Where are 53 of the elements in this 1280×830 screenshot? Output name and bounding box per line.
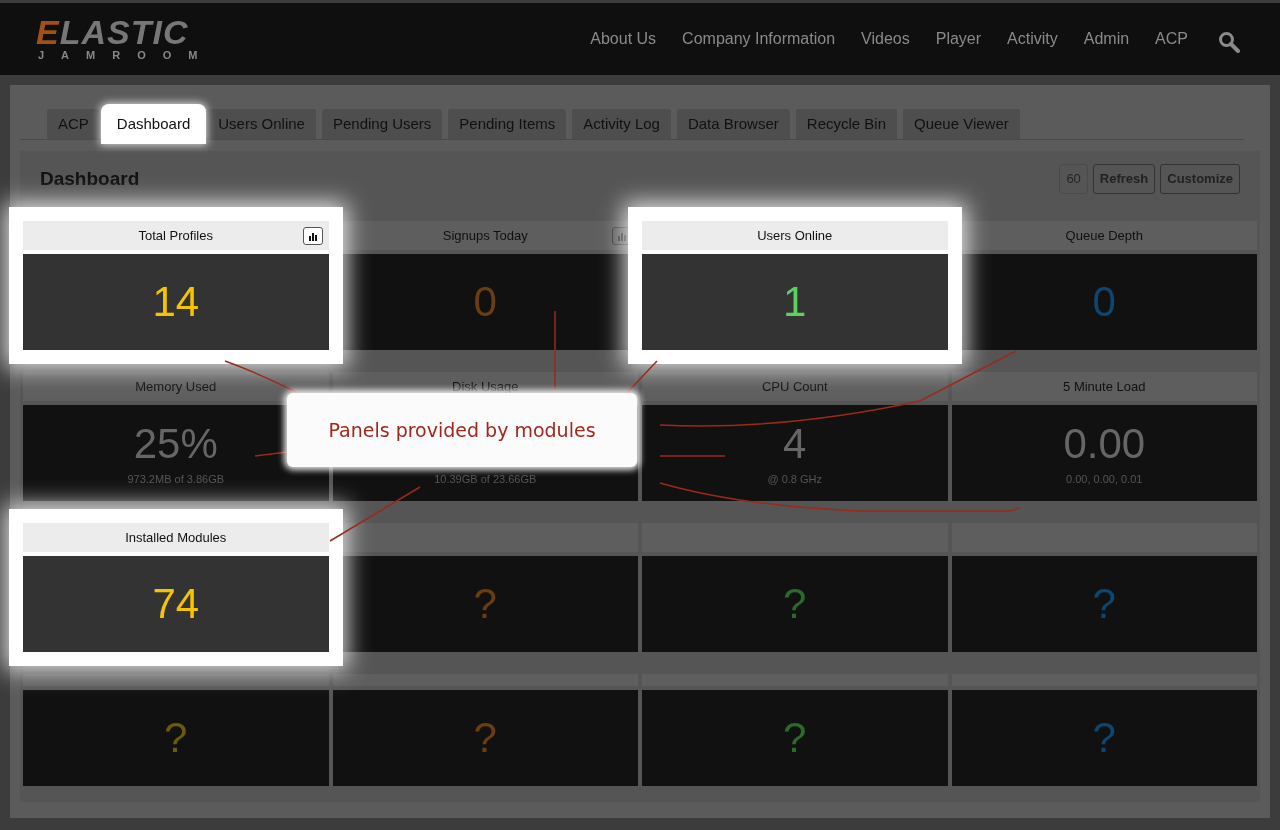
panel-subtext: 973.2MB of 3.86GB — [127, 471, 225, 487]
nav-link[interactable]: Company Information — [682, 27, 836, 51]
panel-title: Users Online — [757, 226, 833, 245]
panel-value: ? — [1092, 713, 1116, 763]
callout-text: Panels provided by modules — [328, 417, 596, 443]
tab[interactable]: Users Online — [207, 109, 316, 139]
nav-link[interactable]: Player — [935, 27, 982, 51]
tab[interactable]: Recycle Bin — [795, 109, 897, 139]
tab[interactable]: Pending Users — [321, 109, 443, 139]
nav-link[interactable]: Videos — [861, 27, 910, 51]
logo-subtitle: JAMROOM — [38, 48, 215, 62]
panel-subtext: 10.39GB of 23.66GB — [434, 471, 537, 487]
panel-title: Memory Used — [135, 377, 217, 396]
panel-title: CPU Count — [761, 377, 828, 396]
tab[interactable]: Activity Log — [572, 109, 671, 139]
bar-chart-icon — [617, 231, 627, 241]
panel-value: 74 — [152, 579, 200, 629]
panel-value: ? — [783, 713, 807, 763]
panel-title: Queue Depth — [1065, 226, 1143, 245]
panel-value: ? — [473, 713, 497, 763]
panel-title: 5 Minute Load — [1063, 377, 1146, 396]
panel-value: ? — [473, 579, 497, 629]
panel-subtext: 0.00, 0.00, 0.01 — [1066, 471, 1143, 487]
tab[interactable]: Pending Items — [448, 109, 567, 139]
panel-title: Total Profiles — [138, 226, 213, 245]
dashboard-title: Dashboard — [40, 166, 140, 191]
panel-subtext: @ 0.8 GHz — [767, 471, 823, 487]
logo[interactable]: ELASTIC JAMROOM — [36, 16, 215, 62]
search-icon[interactable] — [1218, 31, 1240, 53]
panel-value: ? — [1092, 579, 1116, 629]
panel-value: 0 — [473, 277, 497, 327]
tab[interactable]: Data Browser — [676, 109, 790, 139]
panel-value: 0.00 — [1063, 418, 1146, 469]
panel-value: 25% — [133, 418, 218, 469]
panel-value: 4 — [783, 418, 807, 469]
nav-link[interactable]: Admin — [1083, 27, 1130, 51]
panel-value: ? — [164, 713, 188, 763]
logo-wordmark: ELASTIC — [36, 16, 189, 48]
panel-title: Signups Today — [442, 226, 528, 245]
panel-title: Disk Usage — [452, 377, 519, 396]
bar-chart-icon — [307, 231, 318, 241]
chart-button[interactable] — [302, 227, 323, 245]
panel-value: ? — [783, 579, 807, 629]
annotation-line — [659, 455, 726, 457]
tab[interactable]: ACP — [47, 109, 100, 139]
panel-title: Installed Modules — [125, 528, 227, 547]
panel-value: 1 — [783, 277, 807, 327]
nav-link[interactable]: Activity — [1007, 27, 1058, 51]
nav-link[interactable]: About Us — [590, 27, 657, 51]
nav-link[interactable]: ACP — [1155, 27, 1188, 51]
tab[interactable]: Queue Viewer — [903, 109, 1020, 139]
panel-value: 0 — [1092, 277, 1116, 327]
panel-value: 14 — [152, 277, 200, 327]
